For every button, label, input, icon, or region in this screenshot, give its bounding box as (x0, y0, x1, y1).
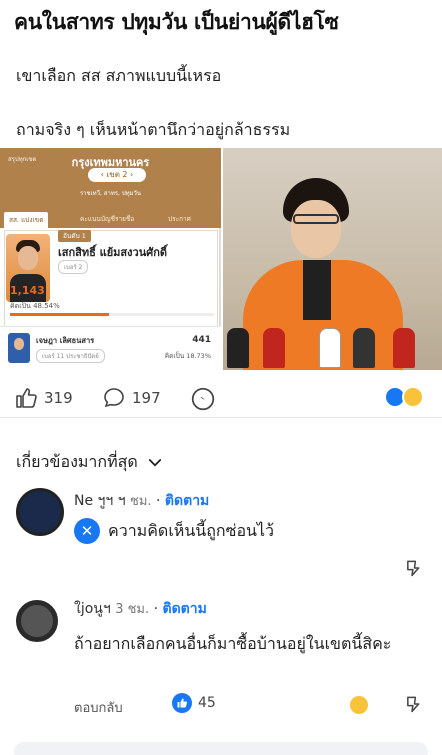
comment2-avatar[interactable] (16, 600, 58, 642)
comment1-author-name[interactable]: Ne ฯูฯ ฯ (74, 493, 126, 509)
comment-sort-label: เกี่ยวข้องมากที่สุด (16, 452, 138, 471)
comment2-separator: · (153, 601, 159, 617)
comment-input-bar[interactable] (14, 742, 428, 755)
like-button[interactable]: 319 (14, 386, 73, 410)
runner-up-party: เบอร์ 11 ประชาธิปัตย์ (36, 349, 105, 363)
winner-percent: คิดเป็น 48.54% (10, 302, 60, 310)
card-header: สรุปทุกเขต กรุงเทพมหานคร ‹ เขต 2 › ราชเท… (0, 148, 221, 210)
runner-up-votes: 441 (192, 335, 211, 345)
messenger-icon (191, 387, 215, 411)
post-caption-line2: ถามจริง ๆ เห็นหน้าตานึกว่าอยู่กล้าธรรม (16, 120, 291, 139)
card-tabs: สส. แบ่งเขต คะแนนบัญชีรายชื่อ ประกาศ (0, 210, 221, 228)
election-result-card: สรุปทุกเขต กรุงเทพมหานคร ‹ เขต 2 › ราชเท… (0, 148, 221, 370)
comment2-author[interactable]: ใjoนูฯ 3 ชม. · ติดตาม (74, 598, 207, 620)
press-conference-photo (223, 148, 442, 370)
runner-up-percent: คิดเป็น 18.73% (164, 352, 211, 360)
comment2-like-icon (172, 693, 192, 713)
chevron-down-icon (148, 458, 161, 467)
comment1-author[interactable]: Ne ฯูฯ ฯ ชม. · ติดตาม (74, 490, 209, 512)
winner-votes: 1,143 (10, 284, 45, 297)
runner-up-row: เจษฎา เลิศธนสาร เบอร์ 11 ประชาธิปัตย์ 44… (0, 326, 221, 370)
comment2-author-name[interactable]: ใjoนูฯ (74, 601, 111, 617)
winner-vote-bar (10, 313, 214, 316)
comment-count: 197 (132, 389, 161, 407)
reaction-emojis[interactable] (384, 386, 428, 408)
district-selector: ‹ เขต 2 › (88, 168, 146, 182)
runner-up-photo (8, 333, 30, 363)
comment2-time: 3 ชม. (115, 602, 150, 617)
post-headline: คนในสาทร ปทุมวัน เป็นย่านผู้ดีไฮโซ (14, 10, 339, 34)
comment2-reply-button[interactable]: ตอบกลับ (74, 697, 123, 718)
comment1-follow-link[interactable]: ติดตาม (165, 493, 209, 509)
comment2-text: ถ้าอยากเลือกคนอื่นก็มาซื้อบ้านอยู่ในเขตน… (74, 634, 392, 653)
reaction-bar: 319 197 (0, 378, 442, 418)
comment2-likes[interactable]: 45 (172, 693, 216, 713)
winner-number: เบอร์ 2 (58, 260, 89, 274)
comment1-react-icon[interactable] (402, 558, 422, 578)
comment-bubble-icon (104, 388, 124, 408)
comment1-time: ชม. (130, 494, 152, 509)
comment-button[interactable]: 197 (102, 386, 161, 410)
comment2-react-icon[interactable] (402, 694, 422, 714)
tab-announcement: ประกาศ (168, 215, 191, 223)
winner-name: เสกสิทธิ์ แย้มสงวนศักดิ์ (58, 246, 167, 259)
winner-rank: อันดับ 1 (58, 230, 91, 242)
comment1-separator: · (156, 493, 161, 509)
tab-party-list: คะแนนบัญชีรายชื่อ (80, 215, 135, 223)
haha-reaction-icon (350, 696, 368, 714)
post-caption-line1: เขาเลือก สส สภาพแบบนี้เหรอ (16, 66, 222, 85)
like-count: 319 (44, 389, 73, 407)
hidden-x-icon: ✕ (74, 518, 100, 544)
runner-up-name: เจษฎา เลิศธนสาร (36, 336, 95, 345)
comment2-follow-link[interactable]: ติดตาม (162, 601, 206, 617)
comment2-like-count: 45 (198, 695, 216, 711)
comment1-hidden-notice: ✕ ความคิดเห็นนี้ถูกซ่อนไว้ (74, 518, 274, 544)
post-media[interactable]: สรุปทุกเขต กรุงเทพมหานคร ‹ เขต 2 › ราชเท… (0, 148, 442, 370)
district-areas: ราชเทวี, สาทร, ปทุมวัน (79, 190, 142, 197)
winner-vote-bar-fill (10, 313, 110, 316)
comment1-avatar[interactable] (16, 488, 64, 536)
thumbs-up-icon (16, 388, 37, 408)
district-label: เขต 2 (106, 170, 128, 179)
comment-sort-dropdown[interactable]: เกี่ยวข้องมากที่สุด (16, 450, 164, 475)
messenger-share-button[interactable] (190, 386, 222, 412)
haha-reaction-icon (402, 386, 424, 408)
comment1-hidden-text: ความคิดเห็นนี้ถูกซ่อนไว้ (108, 520, 275, 540)
tab-constituency: สส. แบ่งเขต (4, 212, 49, 228)
